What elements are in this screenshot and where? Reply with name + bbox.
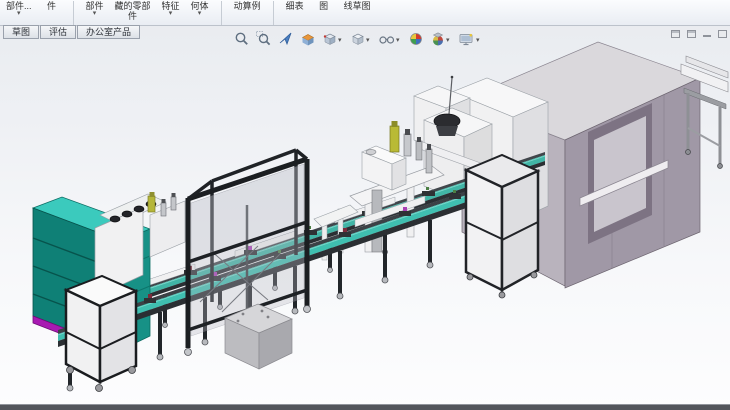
toolbar-button-exploded-view[interactable]: 图 [315,1,333,11]
toolbar-separator [273,1,274,25]
restore-icon[interactable] [671,30,680,38]
toolbar-button-reference-geometry[interactable]: 何体 ▾ [191,1,209,16]
status-bar [0,404,730,410]
dropdown-caret-icon[interactable]: ▾ [17,11,21,16]
assembly-3d-view[interactable] [0,0,730,410]
minimize-icon[interactable] [703,35,711,37]
view-settings-icon[interactable]: ▾ [456,30,484,48]
toolbar-separator [221,1,222,25]
dropdown-caret-icon[interactable]: ▾ [198,11,202,16]
control-cabinet-black[interactable] [466,155,538,298]
solidworks-window: 部件... ▾ 件 部件 ▾ 藏的零部件 特征 ▾ 何体 ▾ 动算例 细表 [0,0,730,410]
edit-appearance-icon[interactable] [406,30,426,48]
previous-view-icon[interactable] [276,30,296,48]
white-cabinet[interactable] [66,276,136,392]
hide-show-items-icon[interactable]: ▾ [376,30,404,48]
toolbar-button-move-component[interactable]: 部件 ▾ [86,1,104,16]
toolbar-button-mate[interactable]: 件 [43,1,61,11]
toolbar-button-insert-components[interactable]: 部件... ▾ [6,1,32,16]
toolbar-button-label: 图 [319,1,328,11]
svg-text:▾: ▾ [338,37,342,44]
heads-up-view-toolbar: ▾ ▾ ▾ ▾ ▾ [232,30,484,48]
svg-text:▾: ▾ [396,37,400,44]
toolbar-button-show-hidden-components[interactable]: 藏的零部件 [115,1,151,21]
toolbar-button-assembly-features[interactable]: 特征 ▾ [162,1,180,16]
toolbar-button-label: 藏的零部件 [115,1,151,21]
toolbar-button-bill-of-materials[interactable]: 细表 [286,1,304,11]
apply-scene-icon[interactable]: ▾ [428,30,454,48]
outfeed-conveyor[interactable] [681,56,728,169]
toolbar-button-label: 细表 [286,1,304,11]
toolbar-button-motion-study[interactable]: 动算例 [234,1,261,11]
document-window-controls [671,30,727,38]
display-style-icon[interactable]: ▾ [348,30,374,48]
tab-office-products[interactable]: 办公室产品 [77,25,140,39]
view-orientation-icon[interactable]: ▾ [320,30,346,48]
toolbar-button-label: 线草图 [344,1,371,11]
toolbar-separator [73,1,74,25]
tab-sketch[interactable]: 草图 [3,25,39,39]
dropdown-caret-icon[interactable]: ▾ [93,11,97,16]
tab-evaluate[interactable]: 评估 [40,25,76,39]
section-view-icon[interactable] [298,30,318,48]
toolbar-button-explode-line-sketch[interactable]: 线草图 [344,1,371,11]
command-manager-toolbar: 部件... ▾ 件 部件 ▾ 藏的零部件 特征 ▾ 何体 ▾ 动算例 细表 [0,0,730,26]
toolbar-button-label: 动算例 [234,1,261,11]
dropdown-caret-icon[interactable]: ▾ [169,11,173,16]
zoom-to-fit-icon[interactable] [232,30,252,48]
command-manager-tabs: 草图 评估 办公室产品 [3,25,141,39]
svg-text:▾: ▾ [446,37,450,44]
svg-text:▾: ▾ [366,37,370,44]
toolbar-button-label: 件 [47,1,56,11]
close-icon[interactable] [718,30,727,38]
zoom-to-area-icon[interactable] [254,30,274,48]
floor-box[interactable] [225,304,292,369]
maximize-icon[interactable] [687,30,696,38]
svg-text:▾: ▾ [476,37,480,44]
